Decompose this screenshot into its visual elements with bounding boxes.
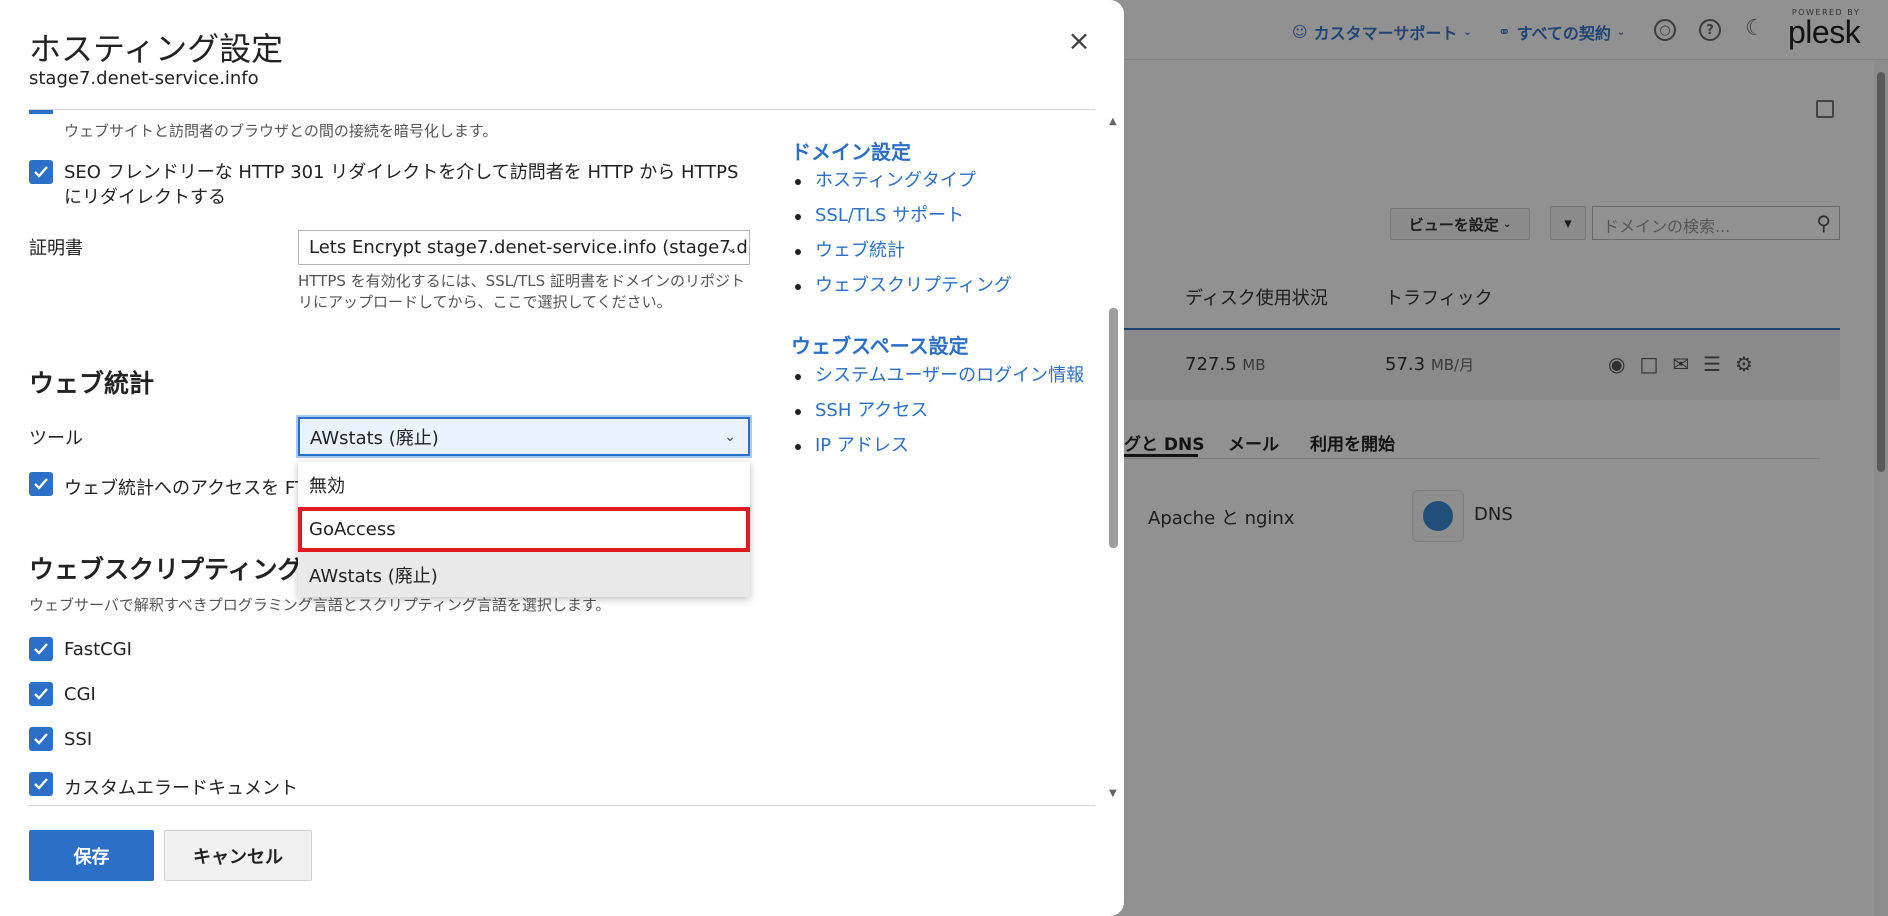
footer-divider <box>29 805 1095 806</box>
webstats-access-checkbox[interactable] <box>29 472 53 496</box>
ssi-label: SSI <box>64 729 93 750</box>
tool-label: ツール <box>29 428 83 449</box>
option-disabled[interactable]: 無効 <box>298 462 750 507</box>
fastcgi-checkbox[interactable] <box>29 637 53 661</box>
checkbox-partial[interactable] <box>29 110 53 114</box>
web-scripting-heading: ウェブスクリプティング <box>29 555 303 584</box>
option-goaccess[interactable]: GoAccess <box>298 507 750 552</box>
scroll-down-icon[interactable]: ▼ <box>1109 788 1117 799</box>
close-icon[interactable]: × <box>1067 27 1091 55</box>
seo-redirect-checkbox[interactable] <box>29 160 53 184</box>
certificate-select[interactable]: Lets Encrypt stage7.denet-service.info (… <box>298 230 750 265</box>
custom-error-checkbox[interactable] <box>29 772 53 796</box>
fastcgi-label: FastCGI <box>64 639 132 660</box>
domain-settings-heading: ドメイン設定 <box>791 140 911 164</box>
cgi-checkbox[interactable] <box>29 682 53 706</box>
hosting-settings-dialog: ホスティング設定 stage7.denet-service.info × ウェブ… <box>0 0 1124 916</box>
certificate-label: 証明書 <box>29 238 83 259</box>
certificate-help: HTTPS を有効化するには、SSL/TLS 証明書をドメインのリポジトリにアッ… <box>298 272 745 311</box>
ssi-checkbox[interactable] <box>29 727 53 751</box>
link-ip-address[interactable]: IP アドレス <box>791 433 1091 459</box>
webspace-settings-links: システムユーザーのログイン情報 SSH アクセス IP アドレス <box>791 363 1091 459</box>
scroll-thumb[interactable] <box>1109 308 1118 548</box>
seo-redirect-label: SEO フレンドリーな HTTP 301 リダイレクトを介して訪問者を HTTP… <box>64 162 739 208</box>
tool-dropdown-list: 無効 GoAccess AWstats (廃止) <box>298 462 750 597</box>
chevron-down-icon: ⌄ <box>724 428 736 445</box>
domain-settings-links: ホスティングタイプ SSL/TLS サポート ウェブ統計 ウェブスクリプティング <box>791 168 1091 299</box>
webstats-access-label: ウェブ統計へのアクセスを FTI <box>64 478 312 499</box>
dialog-scrollbar[interactable]: ▲ ▼ <box>1106 114 1120 804</box>
ssl-description: ウェブサイトと訪問者のブラウザとの間の接続を暗号化します。 <box>64 122 498 140</box>
link-system-user[interactable]: システムユーザーのログイン情報 <box>791 363 1091 389</box>
cgi-label: CGI <box>64 684 96 705</box>
web-statistics-heading: ウェブ統計 <box>29 369 155 398</box>
chevron-down-icon: ⌄ <box>725 239 737 256</box>
link-web-statistics[interactable]: ウェブ統計 <box>791 238 1091 264</box>
dialog-title: ホスティング設定 <box>29 30 284 68</box>
link-hosting-type[interactable]: ホスティングタイプ <box>791 168 1091 194</box>
cancel-button[interactable]: キャンセル <box>164 830 312 881</box>
link-ssh-access[interactable]: SSH アクセス <box>791 398 1091 424</box>
tool-select[interactable]: AWstats (廃止) ⌄ <box>298 417 750 456</box>
save-button[interactable]: 保存 <box>29 830 154 881</box>
dialog-content: ウェブサイトと訪問者のブラウザとの間の接続を暗号化します。 SEO フレンドリー… <box>0 110 1110 805</box>
webspace-settings-heading: ウェブスペース設定 <box>791 334 969 358</box>
web-scripting-description: ウェブサーバで解釈すべきプログラミング言語とスクリプティング言語を選択します。 <box>29 596 611 614</box>
option-awstats[interactable]: AWstats (廃止) <box>298 552 750 597</box>
dialog-subtitle: stage7.denet-service.info <box>29 68 259 89</box>
scroll-up-icon[interactable]: ▲ <box>1109 116 1117 127</box>
link-web-scripting[interactable]: ウェブスクリプティング <box>791 273 1091 299</box>
link-ssl-tls[interactable]: SSL/TLS サポート <box>791 203 1091 229</box>
custom-error-label: カスタムエラードキュメント <box>64 778 298 799</box>
